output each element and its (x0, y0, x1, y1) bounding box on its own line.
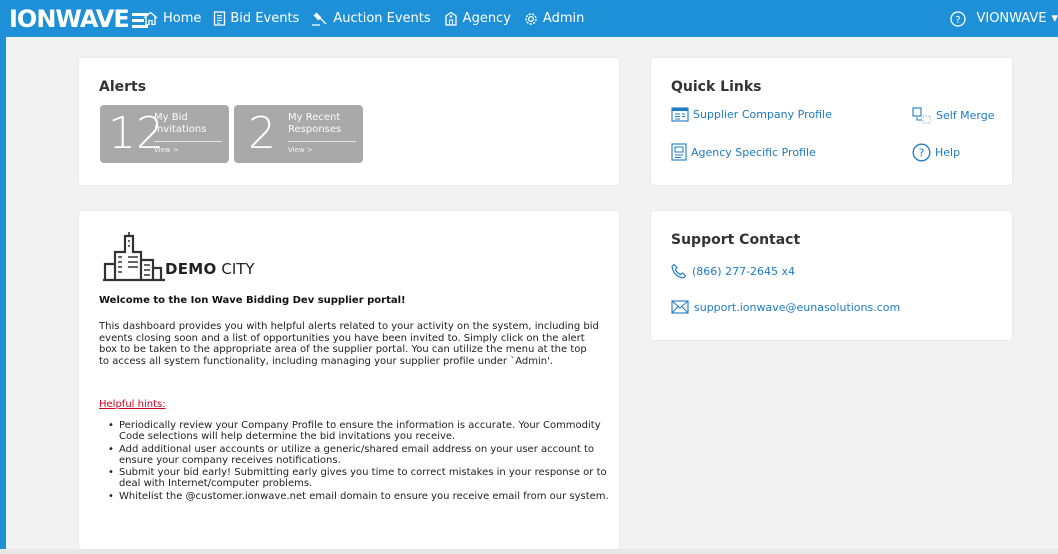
user-menu-caret-icon: ▾ (1051, 11, 1058, 26)
user-menu[interactable]: ? VIONWAVE ▾ (950, 0, 1058, 37)
quick-links-title: Quick Links (671, 79, 762, 95)
alert-count: 2 (248, 108, 276, 159)
nav-auction-events[interactable]: Auction Events (311, 11, 431, 26)
alert-divider (154, 141, 222, 142)
ionwave-logo[interactable]: IONWAVE (9, 4, 148, 34)
support-phone[interactable]: (866) 277-2645 x4 (671, 263, 795, 279)
helpful-hints-list: Periodically review your Company Profile… (99, 420, 609, 503)
logo-text: IONWAVE (9, 5, 130, 33)
nav-auction-events-label: Auction Events (333, 11, 431, 26)
hint-item: Periodically review your Company Profile… (108, 420, 609, 443)
nav-agency-label: Agency (462, 11, 511, 26)
merge-icon (912, 107, 931, 124)
hint-item: Submit your bid early! Submitting early … (108, 467, 609, 490)
support-phone-text: (866) 277-2645 x4 (692, 264, 796, 278)
nav-home[interactable]: Home (142, 11, 201, 26)
support-email[interactable]: support.ionwave@eunasolutions.com (671, 300, 900, 314)
quick-link-supplier-company-profile[interactable]: Supplier Company Profile (671, 107, 832, 122)
building-icon (445, 11, 457, 26)
svg-text:?: ? (919, 147, 925, 160)
demo-city-wordmark: DEMO CITY (165, 260, 255, 278)
quick-link-help[interactable]: ? Help (912, 143, 960, 162)
support-email-text: support.ionwave@eunasolutions.com (694, 300, 901, 314)
main-nav: Home Bid Events Auction Events Agency Ad… (142, 0, 596, 37)
quick-link-label: Supplier Company Profile (693, 108, 832, 121)
window-frame-left (0, 0, 6, 554)
demo-city-logo: DEMO CITY (99, 226, 275, 286)
alert-label: My Recent Responses (288, 112, 341, 136)
city-skyline-icon (103, 232, 165, 282)
quick-link-label: Agency Specific Profile (691, 145, 816, 159)
nav-admin[interactable]: Admin (523, 11, 584, 27)
quick-link-label: Help (935, 146, 961, 159)
alert-tile-bid-invitations[interactable]: 12 My Bid Invitations View > (100, 105, 229, 163)
user-name: VIONWAVE (976, 11, 1047, 26)
home-icon (143, 11, 158, 26)
help-icon: ? (912, 143, 931, 162)
gavel-icon (312, 12, 327, 26)
alert-view-link[interactable]: View > (288, 146, 313, 154)
company-profile-icon (671, 107, 689, 122)
alert-label-line1: My Recent (288, 112, 341, 123)
alert-label: My Bid Invitations (154, 112, 206, 136)
quick-link-self-merge[interactable]: Self Merge (912, 107, 995, 124)
welcome-intro: This dashboard provides you with helpful… (99, 321, 599, 367)
demo-city-light: CITY (221, 260, 255, 278)
nav-bid-events-label: Bid Events (230, 11, 300, 26)
help-circle-icon[interactable]: ? (950, 10, 967, 27)
alert-divider (288, 141, 356, 142)
alert-view-link[interactable]: View > (154, 146, 179, 154)
nav-admin-label: Admin (542, 11, 585, 26)
hint-item: Add additional user accounts or utilize … (108, 444, 609, 467)
alert-tile-recent-responses[interactable]: 2 My Recent Responses View > (234, 105, 363, 163)
nav-home-label: Home (163, 11, 202, 26)
alert-label-line1: My Bid (154, 112, 188, 123)
agency-profile-icon (671, 143, 687, 161)
alerts-title: Alerts (99, 79, 147, 95)
top-nav-bar: IONWAVE Home Bid Events Auction Events A… (0, 0, 1058, 37)
helpful-hints-title: Helpful hints: (99, 399, 166, 410)
quick-link-agency-specific-profile[interactable]: Agency Specific Profile (671, 143, 816, 161)
quick-link-label: Self Merge (936, 109, 995, 122)
nav-agency[interactable]: Agency (443, 11, 511, 26)
document-icon (214, 11, 226, 26)
support-contact-title: Support Contact (671, 232, 801, 248)
window-frame-bottom (0, 549, 1058, 554)
phone-icon (671, 263, 687, 279)
gear-icon (525, 12, 537, 25)
alert-label-line2: Invitations (154, 124, 207, 135)
nav-bid-events[interactable]: Bid Events (213, 11, 299, 26)
demo-city-bold: DEMO (165, 260, 217, 278)
alert-label-line2: Responses (288, 124, 342, 135)
hint-item: Whitelist the @customer.ionwave.net emai… (108, 491, 609, 503)
svg-text:?: ? (956, 15, 961, 26)
welcome-heading: Welcome to the Ion Wave Bidding Dev supp… (99, 295, 406, 306)
envelope-icon (671, 300, 689, 314)
